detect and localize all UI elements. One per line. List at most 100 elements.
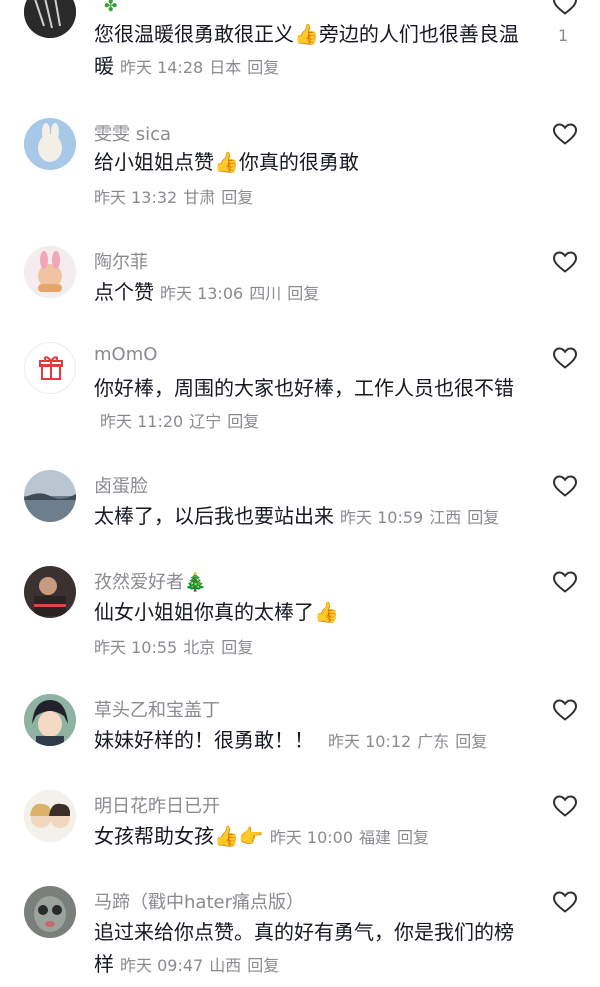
comment-location: 四川: [249, 284, 282, 303]
avatar[interactable]: [24, 790, 76, 842]
avatar[interactable]: [24, 566, 76, 618]
like-button[interactable]: [552, 698, 578, 722]
comment-username[interactable]: 草头乙和宝盖丁: [94, 696, 220, 722]
avatar[interactable]: [24, 246, 76, 298]
comment-username[interactable]: mOmO: [94, 344, 157, 365]
heart-outline-icon: [552, 699, 578, 721]
comment-meta: 昨天 10:59 江西 回复: [340, 508, 499, 527]
avatar[interactable]: [24, 694, 76, 746]
avatar-image: [24, 0, 76, 38]
comment-text: 点个赞: [94, 280, 154, 304]
comment-meta-row: 昨天 13:32 甘肃 回复: [94, 180, 524, 214]
comment-text: 妹妹好样的！很勇敢！！: [94, 728, 314, 752]
comment-meta: 昨天 14:28 日本 回复: [120, 58, 279, 77]
avatar-image: [24, 694, 76, 746]
avatar-image: [24, 566, 76, 618]
comment-location: 日本: [209, 58, 242, 77]
comment-meta: 昨天 10:55 北京 回复: [94, 638, 253, 657]
comment-text: 给小姐姐点赞👍你真的很勇敢: [94, 150, 359, 174]
comment-text: 你好棒，周围的大家也好棒，工作人员也很不错: [94, 376, 514, 400]
comment-meta: 昨天 13:32 甘肃 回复: [94, 188, 253, 207]
comment-text-block: 仙女小姐姐你真的太棒了👍: [94, 596, 524, 628]
comment-meta: 昨天 11:20 辽宁 回复: [100, 412, 259, 431]
comment-text-block: 妹妹好样的！很勇敢！！ 昨天 10:12 广东 回复: [94, 724, 524, 758]
avatar[interactable]: [24, 886, 76, 938]
gift-icon: [25, 343, 75, 393]
heart-outline-icon: [552, 347, 578, 369]
like-button[interactable]: [552, 250, 578, 274]
avatar-image: [24, 790, 76, 842]
heart-outline-icon: [552, 475, 578, 497]
like-button[interactable]: [552, 346, 578, 370]
comment-meta: 昨天 10:12 广东 回复: [328, 732, 487, 751]
like-count: 1: [558, 26, 569, 45]
comment-time: 昨天 09:47: [120, 956, 204, 975]
comment-username[interactable]: 卤蛋脸: [94, 472, 148, 498]
comment-text-block: 点个赞 昨天 13:06 四川 回复: [94, 276, 524, 310]
like-button[interactable]: [552, 0, 578, 16]
reply-button[interactable]: 回复: [397, 828, 429, 847]
comment-text-block: 您很温暖很勇敢很正义👍旁边的人们也很善良温暖 昨天 14:28 日本 回复: [94, 18, 524, 84]
comment-meta: 昨天 13:06 四川 回复: [160, 284, 319, 303]
comment-time: 昨天 11:20: [100, 412, 184, 431]
comment-time: 昨天 13:32: [94, 188, 178, 207]
reply-button[interactable]: 回复: [287, 284, 319, 303]
heart-outline-icon: [552, 571, 578, 593]
heart-outline-icon: [552, 123, 578, 145]
reply-button[interactable]: 回复: [247, 956, 279, 975]
avatar[interactable]: [24, 342, 76, 394]
comment-username[interactable]: 马蹄（戳中hater痛点版）: [94, 888, 304, 914]
comment-location: 甘肃: [183, 188, 216, 207]
comment-text-block: 追过来给你点赞。真的好有勇气，你是我们的榜样 昨天 09:47 山西 回复: [94, 916, 524, 982]
avatar-image: [24, 470, 76, 522]
comment-location: 山西: [209, 956, 242, 975]
comment-text-block: 给小姐姐点赞👍你真的很勇敢: [94, 146, 524, 178]
comment-text: 仙女小姐姐你真的太棒了👍: [94, 600, 339, 624]
comment-location: 广东: [417, 732, 450, 751]
comment-time: 昨天 10:00: [269, 828, 354, 847]
comment-time: 昨天 10:12: [328, 732, 412, 751]
comment-time: 昨天 13:06: [160, 284, 244, 303]
comment-time: 昨天 10:55: [94, 638, 178, 657]
comment-username[interactable]: 雯雯 sica: [94, 120, 171, 146]
comment-text-block: 女孩帮助女孩👍👉 昨天 10:00 福建 回复: [94, 820, 524, 854]
reply-button[interactable]: 回复: [221, 638, 253, 657]
heart-outline-icon: [552, 891, 578, 913]
avatar[interactable]: [24, 118, 76, 170]
comment-meta: 昨天 10:00 福建 回复: [270, 828, 429, 847]
like-button[interactable]: [552, 122, 578, 146]
heart-outline-icon: [552, 251, 578, 273]
comment-location: 北京: [183, 638, 216, 657]
comment-meta-row: 昨天 10:55 北京 回复: [94, 630, 524, 664]
comment-meta: 昨天 09:47 山西 回复: [120, 956, 279, 975]
comment-text-block: 太棒了，以后我也要站出来 昨天 10:59 江西 回复: [94, 500, 524, 534]
comment-location: 江西: [429, 508, 462, 527]
avatar[interactable]: [24, 470, 76, 522]
avatar-image: [24, 886, 76, 938]
like-button[interactable]: [552, 570, 578, 594]
comment-text: 太棒了，以后我也要站出来: [94, 504, 334, 528]
like-button[interactable]: [552, 474, 578, 498]
reply-button[interactable]: 回复: [455, 732, 487, 751]
reply-button[interactable]: 回复: [221, 188, 253, 207]
comment-username[interactable]: 明日花昨日已开: [94, 792, 220, 818]
reply-button[interactable]: 回复: [247, 58, 279, 77]
avatar-image: [24, 118, 76, 170]
heart-outline-icon: [552, 0, 578, 15]
comment-location: 辽宁: [189, 412, 222, 431]
like-button[interactable]: [552, 794, 578, 818]
avatar-image: [24, 246, 76, 298]
comment-location: 福建: [359, 828, 392, 847]
reply-button[interactable]: 回复: [227, 412, 259, 431]
comment-time: 昨天 14:28: [120, 58, 204, 77]
comment-text: 女孩帮助女孩👍👉: [94, 824, 264, 848]
comment-time: 昨天 10:59: [340, 508, 424, 527]
comment-text-block: 你好棒，周围的大家也好棒，工作人员也很不错昨天 11:20 辽宁 回复: [94, 372, 524, 438]
comment-username[interactable]: 孜然爱好者🎄: [94, 568, 206, 594]
reply-button[interactable]: 回复: [467, 508, 499, 527]
comment-username[interactable]: 陶尔菲: [94, 248, 148, 274]
heart-outline-icon: [552, 795, 578, 817]
clover-emoji: ✤: [104, 0, 118, 15]
like-button[interactable]: [552, 890, 578, 914]
avatar[interactable]: [24, 0, 76, 38]
